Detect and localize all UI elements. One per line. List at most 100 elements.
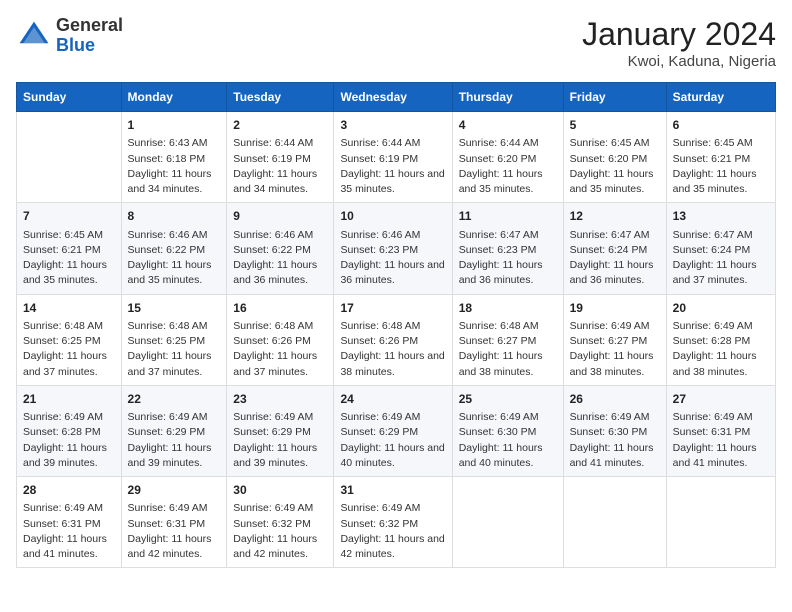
- day-info: Sunrise: 6:47 AM Sunset: 6:24 PM Dayligh…: [673, 228, 769, 289]
- sunrise: Sunrise: 6:48 AM: [23, 320, 103, 332]
- calendar-cell: 6 Sunrise: 6:45 AM Sunset: 6:21 PM Dayli…: [666, 112, 775, 203]
- weekday-header-row: SundayMondayTuesdayWednesdayThursdayFrid…: [17, 83, 776, 112]
- day-number: 19: [570, 300, 660, 317]
- daylight: Daylight: 11 hours and 35 minutes.: [128, 259, 212, 286]
- day-info: Sunrise: 6:49 AM Sunset: 6:31 PM Dayligh…: [23, 501, 115, 562]
- day-number: 7: [23, 208, 115, 225]
- daylight: Daylight: 11 hours and 34 minutes.: [128, 168, 212, 195]
- day-info: Sunrise: 6:48 AM Sunset: 6:26 PM Dayligh…: [340, 319, 445, 380]
- sunrise: Sunrise: 6:49 AM: [340, 411, 420, 423]
- sunrise: Sunrise: 6:47 AM: [570, 229, 650, 241]
- day-number: 6: [673, 117, 769, 134]
- sunset: Sunset: 6:24 PM: [673, 244, 751, 256]
- day-info: Sunrise: 6:48 AM Sunset: 6:27 PM Dayligh…: [459, 319, 557, 380]
- weekday-header: Tuesday: [227, 83, 334, 112]
- weekday-header: Sunday: [17, 83, 122, 112]
- daylight: Daylight: 11 hours and 39 minutes.: [233, 442, 317, 469]
- sunset: Sunset: 6:25 PM: [23, 335, 101, 347]
- sunrise: Sunrise: 6:49 AM: [570, 320, 650, 332]
- day-info: Sunrise: 6:49 AM Sunset: 6:30 PM Dayligh…: [459, 410, 557, 471]
- sunset: Sunset: 6:29 PM: [340, 426, 418, 438]
- weekday-header: Saturday: [666, 83, 775, 112]
- calendar-week-row: 28 Sunrise: 6:49 AM Sunset: 6:31 PM Dayl…: [17, 477, 776, 568]
- day-info: Sunrise: 6:49 AM Sunset: 6:29 PM Dayligh…: [233, 410, 327, 471]
- calendar-cell: [666, 477, 775, 568]
- calendar-cell: 4 Sunrise: 6:44 AM Sunset: 6:20 PM Dayli…: [452, 112, 563, 203]
- calendar-week-row: 1 Sunrise: 6:43 AM Sunset: 6:18 PM Dayli…: [17, 112, 776, 203]
- day-number: 5: [570, 117, 660, 134]
- sunset: Sunset: 6:27 PM: [570, 335, 648, 347]
- sunrise: Sunrise: 6:49 AM: [23, 502, 103, 514]
- calendar-cell: 5 Sunrise: 6:45 AM Sunset: 6:20 PM Dayli…: [563, 112, 666, 203]
- sunset: Sunset: 6:28 PM: [23, 426, 101, 438]
- sunset: Sunset: 6:20 PM: [570, 153, 648, 165]
- calendar-cell: 9 Sunrise: 6:46 AM Sunset: 6:22 PM Dayli…: [227, 203, 334, 294]
- sunrise: Sunrise: 6:49 AM: [570, 411, 650, 423]
- weekday-header: Wednesday: [334, 83, 452, 112]
- day-info: Sunrise: 6:43 AM Sunset: 6:18 PM Dayligh…: [128, 136, 221, 197]
- calendar-week-row: 21 Sunrise: 6:49 AM Sunset: 6:28 PM Dayl…: [17, 385, 776, 476]
- calendar-cell: 1 Sunrise: 6:43 AM Sunset: 6:18 PM Dayli…: [121, 112, 227, 203]
- calendar-cell: 30 Sunrise: 6:49 AM Sunset: 6:32 PM Dayl…: [227, 477, 334, 568]
- day-number: 3: [340, 117, 445, 134]
- sunrise: Sunrise: 6:45 AM: [23, 229, 103, 241]
- day-number: 18: [459, 300, 557, 317]
- day-number: 12: [570, 208, 660, 225]
- day-number: 10: [340, 208, 445, 225]
- day-info: Sunrise: 6:49 AM Sunset: 6:30 PM Dayligh…: [570, 410, 660, 471]
- day-info: Sunrise: 6:44 AM Sunset: 6:19 PM Dayligh…: [233, 136, 327, 197]
- sunrise: Sunrise: 6:48 AM: [459, 320, 539, 332]
- sunrise: Sunrise: 6:49 AM: [673, 320, 753, 332]
- sunrise: Sunrise: 6:49 AM: [23, 411, 103, 423]
- day-info: Sunrise: 6:45 AM Sunset: 6:21 PM Dayligh…: [23, 228, 115, 289]
- daylight: Daylight: 11 hours and 35 minutes.: [340, 168, 444, 195]
- sunrise: Sunrise: 6:49 AM: [233, 411, 313, 423]
- calendar-cell: 2 Sunrise: 6:44 AM Sunset: 6:19 PM Dayli…: [227, 112, 334, 203]
- day-number: 14: [23, 300, 115, 317]
- calendar-cell: 3 Sunrise: 6:44 AM Sunset: 6:19 PM Dayli…: [334, 112, 452, 203]
- day-number: 29: [128, 482, 221, 499]
- day-info: Sunrise: 6:49 AM Sunset: 6:29 PM Dayligh…: [128, 410, 221, 471]
- daylight: Daylight: 11 hours and 41 minutes.: [23, 533, 107, 560]
- page-header: General Blue January 2024 Kwoi, Kaduna, …: [16, 16, 776, 70]
- sunset: Sunset: 6:20 PM: [459, 153, 537, 165]
- calendar-cell: 27 Sunrise: 6:49 AM Sunset: 6:31 PM Dayl…: [666, 385, 775, 476]
- day-number: 22: [128, 391, 221, 408]
- sunset: Sunset: 6:30 PM: [459, 426, 537, 438]
- sunrise: Sunrise: 6:47 AM: [673, 229, 753, 241]
- location: Kwoi, Kaduna, Nigeria: [582, 53, 776, 70]
- calendar-cell: 29 Sunrise: 6:49 AM Sunset: 6:31 PM Dayl…: [121, 477, 227, 568]
- day-number: 27: [673, 391, 769, 408]
- day-info: Sunrise: 6:45 AM Sunset: 6:21 PM Dayligh…: [673, 136, 769, 197]
- logo-blue: Blue: [56, 35, 95, 55]
- day-number: 17: [340, 300, 445, 317]
- calendar-cell: 17 Sunrise: 6:48 AM Sunset: 6:26 PM Dayl…: [334, 294, 452, 385]
- sunset: Sunset: 6:18 PM: [128, 153, 206, 165]
- day-info: Sunrise: 6:49 AM Sunset: 6:28 PM Dayligh…: [23, 410, 115, 471]
- sunrise: Sunrise: 6:46 AM: [233, 229, 313, 241]
- sunrise: Sunrise: 6:49 AM: [673, 411, 753, 423]
- calendar-cell: 8 Sunrise: 6:46 AM Sunset: 6:22 PM Dayli…: [121, 203, 227, 294]
- daylight: Daylight: 11 hours and 36 minutes.: [459, 259, 543, 286]
- logo-text: General Blue: [56, 16, 123, 56]
- sunset: Sunset: 6:31 PM: [128, 518, 206, 530]
- sunset: Sunset: 6:23 PM: [459, 244, 537, 256]
- day-info: Sunrise: 6:47 AM Sunset: 6:23 PM Dayligh…: [459, 228, 557, 289]
- day-number: 23: [233, 391, 327, 408]
- day-number: 21: [23, 391, 115, 408]
- daylight: Daylight: 11 hours and 38 minutes.: [340, 350, 444, 377]
- calendar-cell: 25 Sunrise: 6:49 AM Sunset: 6:30 PM Dayl…: [452, 385, 563, 476]
- daylight: Daylight: 11 hours and 36 minutes.: [233, 259, 317, 286]
- sunrise: Sunrise: 6:49 AM: [340, 502, 420, 514]
- sunset: Sunset: 6:27 PM: [459, 335, 537, 347]
- daylight: Daylight: 11 hours and 39 minutes.: [23, 442, 107, 469]
- daylight: Daylight: 11 hours and 36 minutes.: [570, 259, 654, 286]
- sunset: Sunset: 6:21 PM: [673, 153, 751, 165]
- calendar-cell: 26 Sunrise: 6:49 AM Sunset: 6:30 PM Dayl…: [563, 385, 666, 476]
- day-number: 1: [128, 117, 221, 134]
- sunrise: Sunrise: 6:44 AM: [233, 137, 313, 149]
- calendar-cell: 24 Sunrise: 6:49 AM Sunset: 6:29 PM Dayl…: [334, 385, 452, 476]
- day-number: 2: [233, 117, 327, 134]
- sunset: Sunset: 6:22 PM: [128, 244, 206, 256]
- day-number: 11: [459, 208, 557, 225]
